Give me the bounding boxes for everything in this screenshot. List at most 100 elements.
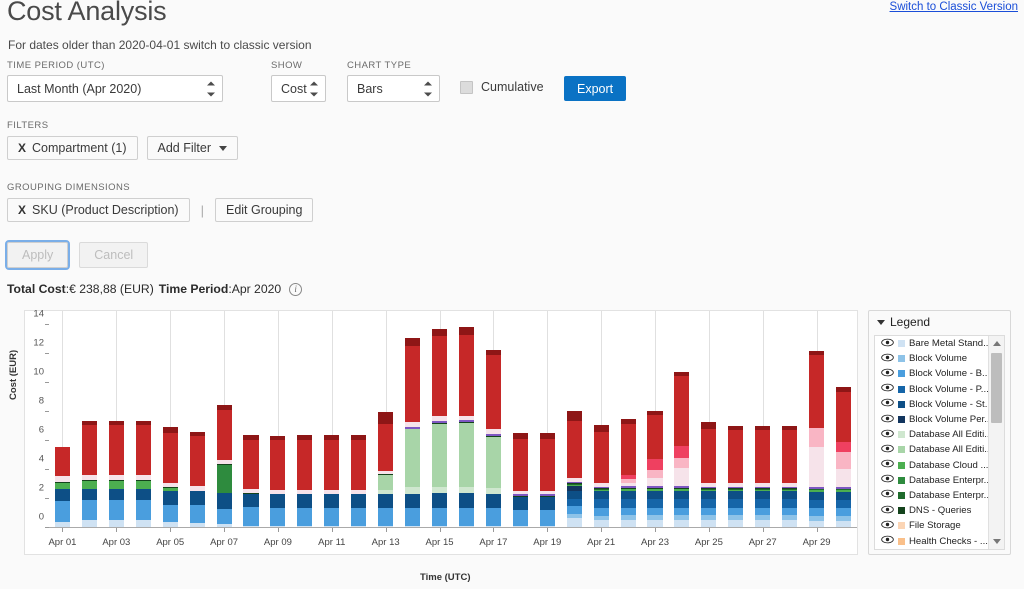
chart-bar-segment[interactable] [513, 497, 528, 510]
chart-bar-segment[interactable] [755, 520, 770, 527]
chart-bar-segment[interactable] [486, 494, 501, 508]
chart-bar-segment[interactable] [217, 509, 232, 525]
chart-bar[interactable] [217, 405, 232, 527]
chart-bar-segment[interactable] [567, 518, 582, 527]
chart-bar[interactable] [109, 421, 124, 527]
chart-bar-segment[interactable] [809, 355, 824, 427]
visibility-eye-icon[interactable] [881, 444, 894, 456]
chart-bar-segment[interactable] [782, 499, 797, 508]
chart-bar-segment[interactable] [701, 422, 716, 429]
chart-bar-segment[interactable] [405, 346, 420, 423]
close-icon[interactable]: X [18, 203, 26, 217]
visibility-eye-icon[interactable] [881, 368, 894, 380]
chart-bar-segment[interactable] [432, 329, 447, 336]
chart-bar-segment[interactable] [567, 499, 582, 507]
show-select[interactable]: Cost [271, 75, 326, 102]
chart-bar[interactable] [809, 351, 824, 527]
chart-bar[interactable] [836, 387, 851, 527]
chart-bar-segment[interactable] [217, 493, 232, 509]
chart-bar-segment[interactable] [136, 489, 151, 501]
chart-bar[interactable] [513, 433, 528, 527]
chart-bar[interactable] [378, 412, 393, 527]
chart-bar-segment[interactable] [432, 526, 447, 527]
chart-bar[interactable] [486, 350, 501, 527]
chart-bar-segment[interactable] [567, 421, 582, 478]
chart-bar-segment[interactable] [809, 500, 824, 509]
chart-bar[interactable] [674, 372, 689, 527]
chart-bar-segment[interactable] [594, 508, 609, 516]
legend-item[interactable]: Bare Metal Stand... [875, 336, 988, 351]
visibility-eye-icon[interactable] [881, 474, 894, 486]
chart-bar-segment[interactable] [136, 520, 151, 527]
chart-bar-segment[interactable] [594, 432, 609, 483]
chart-bar-segment[interactable] [405, 508, 420, 525]
legend-item[interactable]: Block Volume - B... [875, 366, 988, 381]
chart-bar-segment[interactable] [217, 524, 232, 527]
chart-bar-segment[interactable] [647, 470, 662, 478]
chart-bar-segment[interactable] [836, 500, 851, 509]
chart-bar-segment[interactable] [836, 508, 851, 516]
legend-item[interactable]: Block Volume [875, 351, 988, 366]
chart-bar-segment[interactable] [701, 499, 716, 508]
legend-item[interactable]: Database Cloud ... [875, 458, 988, 473]
chart-bar-segment[interactable] [109, 425, 124, 475]
chart-bar[interactable] [755, 426, 770, 527]
chart-bar-segment[interactable] [836, 392, 851, 442]
chart-bar-segment[interactable] [836, 442, 851, 452]
chart-bar-segment[interactable] [459, 526, 474, 527]
chart-bar-segment[interactable] [755, 499, 770, 508]
chart-bar-segment[interactable] [217, 410, 232, 460]
chart-bar-segment[interactable] [513, 510, 528, 526]
legend-item[interactable]: Database Enterpr... [875, 473, 988, 488]
chart-bar-segment[interactable] [621, 520, 636, 527]
chart-bar[interactable] [701, 422, 716, 527]
chart-bar-segment[interactable] [674, 376, 689, 445]
chart-bar-segment[interactable] [55, 522, 70, 527]
chart-bar-segment[interactable] [621, 424, 636, 475]
chart-bar-segment[interactable] [324, 494, 339, 508]
chart-bar-segment[interactable] [459, 327, 474, 334]
chart-bar-segment[interactable] [136, 500, 151, 520]
chart-bar-segment[interactable] [217, 465, 232, 492]
chart-bar-segment[interactable] [378, 508, 393, 525]
chart-bar-segment[interactable] [405, 338, 420, 345]
legend-item[interactable]: Block Volume Per... [875, 412, 988, 427]
visibility-eye-icon[interactable] [881, 520, 894, 532]
chart-bar-segment[interactable] [728, 491, 743, 499]
chart-bar-segment[interactable] [701, 520, 716, 527]
chart-bar-segment[interactable] [647, 478, 662, 487]
chart-bar-segment[interactable] [270, 526, 285, 527]
chart-bar-segment[interactable] [755, 508, 770, 516]
chart-bar-segment[interactable] [782, 491, 797, 499]
chart-bar-segment[interactable] [809, 508, 824, 516]
chart-bar-segment[interactable] [540, 439, 555, 490]
chart-bar[interactable] [647, 411, 662, 527]
cumulative-checkbox-row[interactable]: Cumulative [460, 80, 544, 94]
chart-bar-segment[interactable] [809, 521, 824, 528]
chart-bar[interactable] [324, 435, 339, 527]
chart-bar-segment[interactable] [163, 491, 178, 505]
chart-bar-segment[interactable] [594, 491, 609, 499]
visibility-eye-icon[interactable] [881, 414, 894, 426]
chart-bar-segment[interactable] [701, 508, 716, 516]
chart-bar-segment[interactable] [486, 526, 501, 527]
chart-bar-segment[interactable] [136, 425, 151, 475]
chart-bar-segment[interactable] [809, 428, 824, 448]
chart-bar-segment[interactable] [594, 520, 609, 527]
chart-bar-segment[interactable] [459, 335, 474, 416]
chart-bar-segment[interactable] [270, 508, 285, 525]
chart-bar-segment[interactable] [190, 491, 205, 505]
chart-bar-segment[interactable] [109, 481, 124, 489]
chart-bar-segment[interactable] [674, 508, 689, 516]
grouping-chip-sku[interactable]: X SKU (Product Description) [7, 198, 190, 222]
chart-bar-segment[interactable] [243, 526, 258, 527]
chart-bar-segment[interactable] [190, 523, 205, 527]
chart-bar[interactable] [594, 425, 609, 527]
legend-item[interactable]: DNS - Queries [875, 503, 988, 518]
chart-bar-segment[interactable] [782, 430, 797, 483]
scroll-up-icon[interactable] [989, 336, 1004, 351]
chart-bar-segment[interactable] [513, 526, 528, 527]
chart-bar-segment[interactable] [163, 505, 178, 522]
chart-bar-segment[interactable] [621, 491, 636, 499]
chart-bar-segment[interactable] [351, 526, 366, 527]
